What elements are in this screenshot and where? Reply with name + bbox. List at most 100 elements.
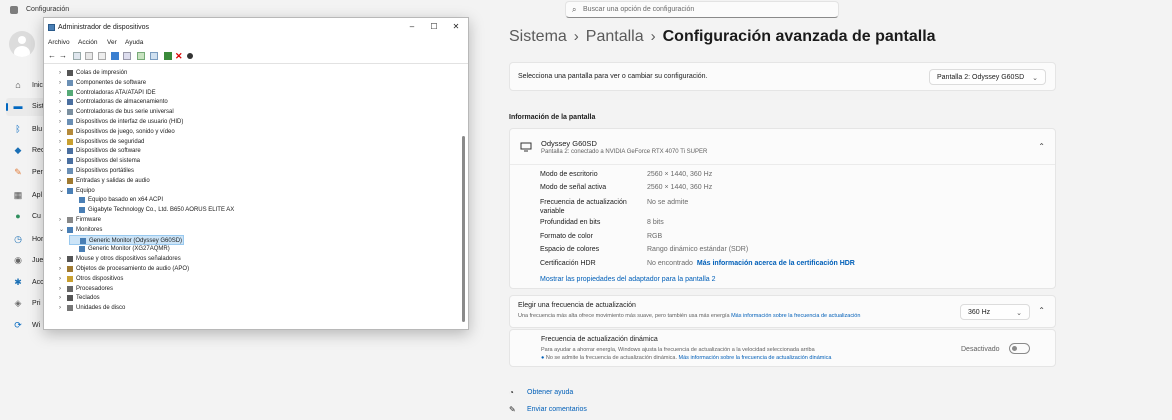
- sidebar-item-gaming[interactable]: ◉ Jue: [6, 252, 46, 270]
- dynamic-refresh-info-link[interactable]: Más información sobre la frecuencia de a…: [679, 355, 832, 361]
- monitor-name: Odyssey G60SD: [541, 139, 597, 148]
- tree-label: Componentes de software: [76, 79, 147, 86]
- chevron-up-icon[interactable]: ⌃: [1038, 306, 1045, 315]
- expand-icon[interactable]: ›: [59, 156, 65, 166]
- collapse-icon[interactable]: ⌄: [59, 225, 65, 235]
- help-icon[interactable]: [111, 52, 119, 60]
- display-select-dropdown[interactable]: Pantalla 2: Odyssey G60SD ⌄: [929, 69, 1046, 85]
- expand-icon[interactable]: ›: [59, 274, 65, 284]
- expand-icon[interactable]: ›: [59, 264, 65, 274]
- close-button[interactable]: ✕: [446, 21, 466, 33]
- expand-icon[interactable]: ›: [59, 166, 65, 176]
- tree-label: Gigabyte Technology Co., Ltd. B650 AORUS…: [88, 207, 235, 214]
- update-driver-icon[interactable]: [164, 52, 172, 60]
- monitor-icon[interactable]: [150, 52, 158, 60]
- device-category-icon: [67, 89, 73, 96]
- refresh-rate-info-link[interactable]: Más información sobre la frecuencia de a…: [731, 313, 860, 319]
- tree-label: Procesadores: [76, 285, 114, 292]
- property-value-text: RGB: [647, 233, 663, 240]
- properties-icon[interactable]: [85, 52, 93, 60]
- property-value-text: 8 bits: [647, 219, 664, 226]
- expand-icon[interactable]: ›: [59, 146, 65, 156]
- menu-archivo[interactable]: Archivo: [48, 39, 70, 46]
- tree-label: Dispositivos portátiles: [76, 168, 135, 174]
- forward-icon[interactable]: →: [59, 52, 67, 60]
- help-link[interactable]: Obtener ayuda: [527, 389, 573, 396]
- breadcrumb-sistema[interactable]: Sistema: [509, 28, 567, 45]
- breadcrumb-pantalla[interactable]: Pantalla: [586, 28, 644, 45]
- tree-device[interactable]: Generic Monitor (Odyssey G60SD): [69, 234, 184, 245]
- search-box[interactable]: ⌕ Buscar una opción de configuración: [565, 1, 839, 18]
- feedback-link[interactable]: Enviar comentarios: [527, 406, 587, 413]
- expand-icon[interactable]: ›: [59, 117, 65, 127]
- sidebar-item-bluetooth[interactable]: ᛒ Blu: [6, 121, 46, 139]
- tree-label: Dispositivos de juego, sonido y vídeo: [76, 128, 175, 135]
- expand-icon[interactable]: ›: [59, 215, 65, 225]
- avatar[interactable]: [9, 31, 35, 57]
- sidebar-item-windows-update[interactable]: ⟳ Wi: [6, 317, 46, 335]
- sidebar-item-system[interactable]: ▬ Sist: [6, 98, 46, 116]
- property-value: 2560 × 1440, 360 Hz: [647, 171, 712, 178]
- chevron-up-icon[interactable]: ⌃: [1038, 142, 1045, 151]
- expand-icon[interactable]: ›: [59, 68, 65, 78]
- back-icon[interactable]: ←: [48, 52, 56, 60]
- adapter-properties-link[interactable]: Mostrar las propiedades del adaptador pa…: [540, 276, 716, 283]
- device-category-icon: [67, 148, 73, 155]
- menu-ver[interactable]: Ver: [107, 39, 117, 46]
- sidebar-item-label: Cu: [32, 213, 41, 220]
- page-title: Configuración avanzada de pantalla: [662, 28, 936, 45]
- tree-label: Dispositivos de software: [76, 148, 141, 155]
- sidebar-item-accounts[interactable]: ● Cu: [6, 208, 46, 226]
- expand-icon[interactable]: ›: [59, 254, 65, 264]
- dynamic-refresh-toggle[interactable]: [1009, 343, 1030, 354]
- system-icon: ▬: [13, 101, 23, 111]
- expand-icon[interactable]: ›: [59, 284, 65, 294]
- maximize-button[interactable]: ☐: [424, 21, 444, 33]
- expand-icon[interactable]: ›: [59, 107, 65, 117]
- sidebar-item-home[interactable]: ⌂ Inic: [6, 77, 46, 95]
- search-input[interactable]: Buscar una opción de configuración: [583, 6, 694, 13]
- menu-ayuda[interactable]: Ayuda: [125, 39, 143, 46]
- scan-hardware-icon[interactable]: [137, 52, 145, 60]
- sidebar-item-accessibility[interactable]: ✱ Acc: [6, 274, 46, 292]
- monitor-icon: [520, 142, 532, 152]
- expand-icon[interactable]: ›: [59, 78, 65, 88]
- list-icon[interactable]: [98, 52, 106, 60]
- expand-icon[interactable]: ›: [59, 137, 65, 147]
- expand-icon[interactable]: ›: [59, 303, 65, 313]
- toggle-state-label: Desactivado: [961, 346, 1000, 353]
- sidebar-item-apps[interactable]: ▦ Apl: [6, 187, 46, 205]
- property-value-text: No encontrado: [647, 260, 693, 267]
- expand-icon[interactable]: ›: [59, 176, 65, 186]
- scrollbar-thumb[interactable]: [462, 136, 465, 322]
- device-category-icon: [67, 305, 73, 312]
- breadcrumb: Sistema › Pantalla › Configuración avanzada …: [509, 28, 936, 46]
- uninstall-icon[interactable]: ✕: [175, 52, 183, 61]
- scrollbar[interactable]: [462, 66, 465, 324]
- expand-icon[interactable]: ›: [59, 293, 65, 303]
- sidebar-item-network[interactable]: ◆ Red: [6, 142, 46, 160]
- monitor-header[interactable]: Odyssey G60SD Pantalla 2: conectado a NV…: [510, 129, 1055, 165]
- sidebar-item-privacy[interactable]: ◈ Pri: [6, 295, 46, 313]
- view-icon[interactable]: [73, 52, 81, 60]
- refresh-rate-desc-text: Una frecuencia más alta ofrece movimient…: [518, 313, 730, 319]
- device-tree: › Colas de impresión › Componentes de softw…: [44, 64, 462, 326]
- hdr-info-link[interactable]: Más información acerca de la certificaci…: [697, 260, 855, 267]
- sidebar-item-label: Acc: [32, 279, 44, 286]
- sidebar-item-label: Apl: [32, 192, 43, 199]
- expand-icon[interactable]: ›: [59, 127, 65, 137]
- expand-icon[interactable]: ›: [59, 88, 65, 98]
- personalization-icon: ✎: [14, 167, 22, 177]
- minimize-button[interactable]: –: [402, 21, 422, 33]
- expand-icon[interactable]: ›: [59, 97, 65, 107]
- device-category-icon: [67, 109, 73, 116]
- tree-label: Controladoras de bus serie universal: [76, 109, 174, 116]
- disable-icon[interactable]: [187, 53, 193, 59]
- device-category-icon: [67, 70, 73, 76]
- menu-accion[interactable]: Acción: [78, 39, 98, 46]
- window-icon[interactable]: [123, 52, 131, 60]
- collapse-icon[interactable]: ⌄: [59, 186, 65, 196]
- sidebar-item-personalization[interactable]: ✎ Per: [6, 164, 46, 182]
- sidebar-item-time[interactable]: ◷ Hor: [6, 231, 46, 249]
- refresh-rate-dropdown[interactable]: 360 Hz ⌄: [960, 304, 1030, 320]
